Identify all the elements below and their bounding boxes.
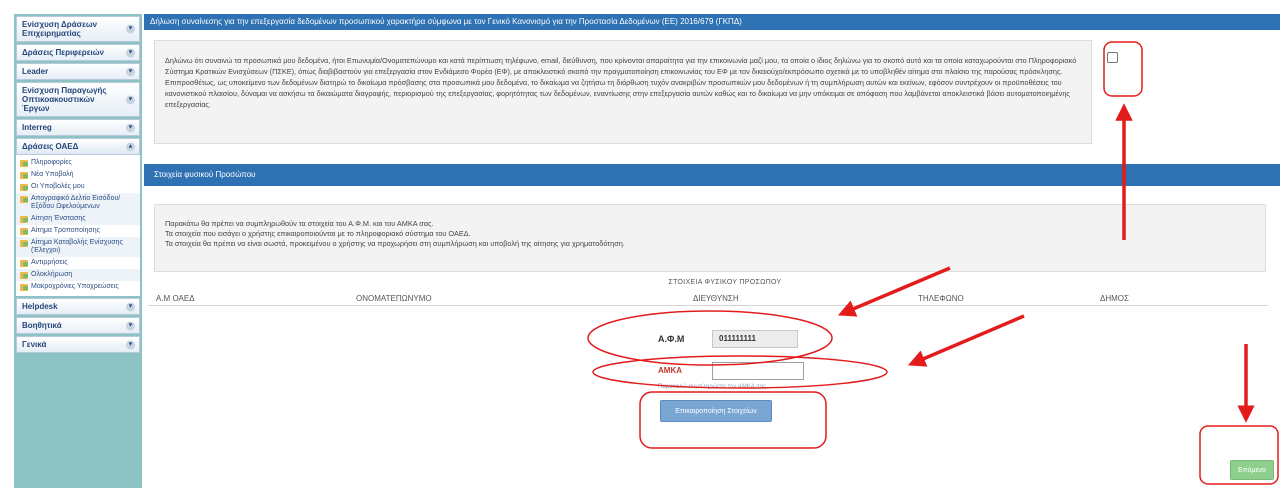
sidebar-item-aitima-tropopoiisis[interactable]: Αίτημα Τροποποίησης xyxy=(16,225,140,237)
sidebar-item-label: Ολοκλήρωση xyxy=(31,271,73,278)
sidebar-item-oloklirosi[interactable]: Ολοκλήρωση xyxy=(16,269,140,281)
nav-group-label: Leader xyxy=(22,67,49,76)
amka-hint: Παρακαλώ συμπληρώστε τον ΑΜΚΑ σας xyxy=(658,384,767,390)
folder-icon xyxy=(20,184,28,191)
chevron-down-icon: ▾ xyxy=(126,48,135,57)
page: Ενίσχυση Δράσεων Επιχειρηματίας ▾ Δράσεις… xyxy=(0,0,1280,488)
nav-submenu: Πληροφορίες Νέα Υποβολή Οι Υποβολές μου … xyxy=(16,155,140,296)
info-line: Τα στοιχεία θα πρέπει να είναι σωστά, πρ… xyxy=(165,239,625,248)
nav-group-genika[interactable]: Γενικά ▾ xyxy=(16,336,140,353)
nav-group-label: Γενικά xyxy=(22,340,47,349)
sidebar-item-label: Αντιρρήσεις xyxy=(31,259,68,266)
sidebar-item-label: Νέα Υποβολή xyxy=(31,171,74,178)
sidebar: Ενίσχυση Δράσεων Επιχειρηματίας ▾ Δράσεις… xyxy=(14,14,142,488)
table-divider xyxy=(148,305,1268,306)
nav-group-interreg[interactable]: Interreg ▾ xyxy=(16,119,140,136)
nav-group-label: Interreg xyxy=(22,123,52,132)
sidebar-item-aitisi-enstasis[interactable]: Αίτηση Ένστασης xyxy=(16,213,140,225)
nav-group-draseis-perifereion[interactable]: Δράσεις Περιφερειών ▾ xyxy=(16,44,140,61)
consent-text: Δηλώνω ότι συναινώ τα προσωπικά μου δεδο… xyxy=(154,40,1092,144)
nav-group-label: Ενίσχυση Παραγωγής Οπτικοακουστικών Έργω… xyxy=(22,86,107,113)
next-button[interactable]: Επόμενο xyxy=(1230,460,1274,480)
person-table-title: ΣΤΟΙΧΕΙΑ ΦΥΣΙΚΟΥ ΠΡΟΣΩΠΟΥ xyxy=(668,279,782,286)
chevron-down-icon: ▾ xyxy=(126,302,135,311)
sidebar-item-label: Μακροχρόνιες Υποχρεώσεις xyxy=(31,283,119,290)
sidebar-item-label: Αίτηση Ένστασης xyxy=(31,215,86,222)
nav-group-label: Helpdesk xyxy=(22,302,58,311)
chevron-down-icon: ▾ xyxy=(126,321,135,330)
chevron-down-icon: ▾ xyxy=(126,67,135,76)
info-line: Τα στοιχεία που εισάγει ο χρήστης επικαι… xyxy=(165,229,471,238)
consent-checkbox[interactable] xyxy=(1107,52,1118,63)
folder-icon xyxy=(20,228,28,235)
sidebar-item-apografiko-deltio[interactable]: Απογραφικό Δελτίο Εισόδου/Εξόδου Ωφελούμ… xyxy=(16,193,140,213)
chevron-up-icon: ▴ xyxy=(126,142,135,151)
col-header-tilefono: ΤΗΛΕΦΩΝΟ xyxy=(918,294,964,303)
nav-group-enischysi-draseon[interactable]: Ενίσχυση Δράσεων Επιχειρηματίας ▾ xyxy=(16,16,140,42)
sidebar-item-label: Οι Υποβολές μου xyxy=(31,183,85,190)
sidebar-item-label: Πληροφορίες xyxy=(31,159,72,166)
folder-icon xyxy=(20,240,28,247)
nav-group-label: Βοηθητικά xyxy=(22,321,62,330)
col-header-dieythinsi: ΔΙΕΥΘΥΝΣΗ xyxy=(693,294,739,303)
folder-icon xyxy=(20,260,28,267)
nav-group-optikoakoustika[interactable]: Ενίσχυση Παραγωγής Οπτικοακουστικών Έργω… xyxy=(16,82,140,117)
col-header-am-oaed: Α.Μ ΟΑΕΔ xyxy=(156,294,195,303)
annotation-arrow-amka xyxy=(907,314,1025,367)
chevron-down-icon: ▾ xyxy=(126,24,135,34)
sidebar-item-ypovoles-mou[interactable]: Οι Υποβολές μου xyxy=(16,181,140,193)
sidebar-item-label: Αίτημα Τροποποίησης xyxy=(31,227,101,234)
afm-field: 011111111 xyxy=(712,330,798,348)
nav-group-label: Δράσεις Περιφερειών xyxy=(22,48,104,57)
nav-group-helpdesk[interactable]: Helpdesk ▾ xyxy=(16,298,140,315)
folder-icon xyxy=(20,216,28,223)
col-header-onomateponymo: ΟΝΟΜΑΤΕΠΩΝΥΜΟ xyxy=(356,294,432,303)
nav-group-leader[interactable]: Leader ▾ xyxy=(16,63,140,80)
sidebar-item-nea-ypovoli[interactable]: Νέα Υποβολή xyxy=(16,169,140,181)
personal-section-header: Στοιχεία φυσικού Προσώπου xyxy=(144,164,1280,186)
nav-group-draseis-oaed[interactable]: Δράσεις ΟΑΕΔ ▴ xyxy=(16,138,140,155)
personal-info-box: Παρακάτω θα πρέπει να συμπληρωθούν τα στ… xyxy=(154,204,1266,272)
chevron-down-icon: ▾ xyxy=(126,95,135,104)
col-header-dimos: ΔΗΜΟΣ xyxy=(1100,294,1129,303)
amka-label: ΑΜΚΑ xyxy=(658,366,682,375)
chevron-down-icon: ▾ xyxy=(126,123,135,132)
info-icon xyxy=(20,160,28,167)
sidebar-item-makroxronies[interactable]: Μακροχρόνιες Υποχρεώσεις xyxy=(16,281,140,293)
folder-icon xyxy=(20,272,28,279)
sidebar-item-antirriseis[interactable]: Αντιρρήσεις xyxy=(16,257,140,269)
info-line: Παρακάτω θα πρέπει να συμπληρωθούν τα στ… xyxy=(165,219,434,228)
annotation-box-checkbox xyxy=(1103,41,1143,97)
nav-group-label: Δράσεις ΟΑΕΔ xyxy=(22,142,79,151)
folder-icon xyxy=(20,172,28,179)
sidebar-item-label: Αίτημα Καταβολής Ενίσχυσης (Έλεγχοι) xyxy=(31,239,123,254)
chevron-down-icon: ▾ xyxy=(126,340,135,349)
consent-header: Δήλωση συναίνεσης για την επεξεργασία δε… xyxy=(144,14,1280,30)
nav-group-voithitika[interactable]: Βοηθητικά ▾ xyxy=(16,317,140,334)
sidebar-item-aitima-katavolis[interactable]: Αίτημα Καταβολής Ενίσχυσης (Έλεγχοι) xyxy=(16,237,140,257)
sidebar-item-label: Απογραφικό Δελτίο Εισόδου/Εξόδου Ωφελούμ… xyxy=(31,195,121,210)
amka-input[interactable] xyxy=(712,362,804,380)
afm-label: Α.Φ.Μ xyxy=(658,334,685,344)
folder-icon xyxy=(20,284,28,291)
folder-icon xyxy=(20,196,28,203)
nav-group-label: Ενίσχυση Δράσεων Επιχειρηματίας xyxy=(22,20,98,38)
sidebar-item-plirofories[interactable]: Πληροφορίες xyxy=(16,157,140,169)
update-details-button[interactable]: Επικαιροποίηση Στοιχείων xyxy=(660,400,772,422)
